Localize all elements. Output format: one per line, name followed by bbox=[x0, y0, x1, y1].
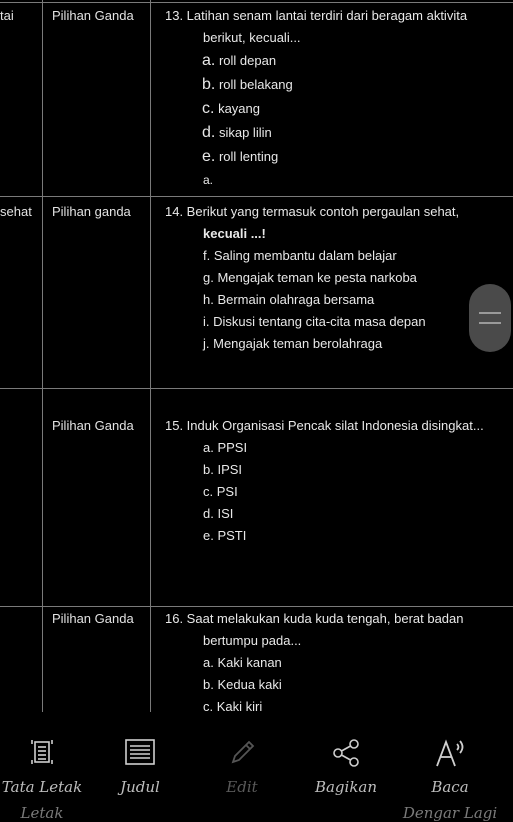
row-category: sehat bbox=[0, 204, 32, 219]
table-row-divider bbox=[0, 388, 513, 389]
option-e: e. roll lenting bbox=[202, 148, 279, 165]
table-row-divider bbox=[0, 2, 513, 3]
option-d: d. ISI bbox=[203, 506, 234, 521]
option-b: b. IPSI bbox=[203, 462, 243, 477]
bottom-toolbar: Tata Letak Letak Judul Edit Bagikan Baca… bbox=[0, 712, 513, 822]
grip-icon bbox=[479, 312, 501, 324]
table-row-divider bbox=[0, 606, 513, 607]
option-b: b. Kedua kaki bbox=[203, 677, 282, 692]
question-text: bertumpu pada... bbox=[203, 633, 302, 648]
question-16: 16. Saat melakukan kuda kuda tengah, ber… bbox=[165, 608, 513, 712]
option-b: b. roll belakang bbox=[202, 76, 293, 93]
row-type: Pilihan Ganda bbox=[52, 611, 134, 626]
option-a: a. Kaki kanan bbox=[203, 655, 282, 670]
layout-label-secondary: Letak bbox=[20, 804, 64, 822]
option-c: c. kayang bbox=[202, 100, 260, 117]
option-c: c. Kaki kiri bbox=[203, 699, 263, 712]
share-button[interactable]: Bagikan bbox=[296, 712, 396, 812]
layout-button[interactable]: Tata Letak Letak bbox=[0, 712, 92, 822]
read-aloud-label: Baca bbox=[431, 778, 469, 796]
row-type: Pilihan Ganda bbox=[52, 8, 134, 23]
layout-label: Tata Letak bbox=[1, 778, 83, 796]
question-text: 15. Induk Organisasi Pencak silat Indone… bbox=[165, 418, 484, 433]
row-type: Pilihan Ganda bbox=[52, 418, 134, 433]
question-text: 14. Berikut yang termasuk contoh pergaul… bbox=[165, 204, 460, 219]
question-text: 13. Latihan senam lantai terdiri dari be… bbox=[165, 8, 468, 23]
document-view[interactable]: tai Pilihan Ganda sehat Pilihan ganda Pi… bbox=[0, 0, 513, 712]
edit-button[interactable]: Edit bbox=[192, 712, 292, 812]
layout-icon bbox=[31, 740, 53, 764]
answer-key: a. bbox=[203, 173, 214, 187]
option-e: e. PSTI bbox=[203, 528, 247, 543]
heading-button[interactable]: Judul bbox=[90, 712, 190, 812]
share-label: Bagikan bbox=[314, 778, 378, 796]
read-aloud-button[interactable]: Baca Dengar Lagi bbox=[400, 712, 500, 822]
option-a: a. roll depan bbox=[202, 52, 277, 69]
question-text: berikut, kecuali... bbox=[203, 30, 301, 45]
question-14: 14. Berikut yang termasuk contoh pergaul… bbox=[165, 201, 513, 355]
question-text: kecuali ...! bbox=[203, 226, 266, 241]
read-aloud-icon bbox=[436, 739, 464, 767]
edit-label: Edit bbox=[226, 778, 258, 796]
question-13: 13. Latihan senam lantai terdiri dari be… bbox=[165, 5, 513, 191]
heading-list-icon bbox=[125, 739, 155, 765]
option-j: j. Mengajak teman berolahraga bbox=[203, 336, 383, 351]
read-aloud-label-secondary: Dengar Lagi bbox=[402, 804, 498, 822]
row-type: Pilihan ganda bbox=[52, 204, 131, 219]
scroll-handle[interactable] bbox=[469, 284, 511, 352]
option-f: f. Saling membantu dalam belajar bbox=[203, 248, 397, 263]
option-g: g. Mengajak teman ke pesta narkoba bbox=[203, 270, 417, 285]
question-15: 15. Induk Organisasi Pencak silat Indone… bbox=[165, 415, 513, 547]
option-h: h. Bermain olahraga bersama bbox=[203, 292, 375, 307]
row-category: tai bbox=[0, 8, 14, 23]
pencil-icon bbox=[231, 740, 255, 764]
share-icon bbox=[333, 739, 359, 767]
option-a: a. PPSI bbox=[203, 440, 248, 455]
option-i: i. Diskusi tentang cita-cita masa depan bbox=[203, 314, 426, 329]
option-d: d. sikap lilin bbox=[202, 124, 272, 141]
option-c: c. PSI bbox=[203, 484, 238, 499]
question-text: 16. Saat melakukan kuda kuda tengah, ber… bbox=[165, 611, 464, 626]
table-row-divider bbox=[0, 196, 513, 197]
heading-label: Judul bbox=[120, 778, 160, 796]
